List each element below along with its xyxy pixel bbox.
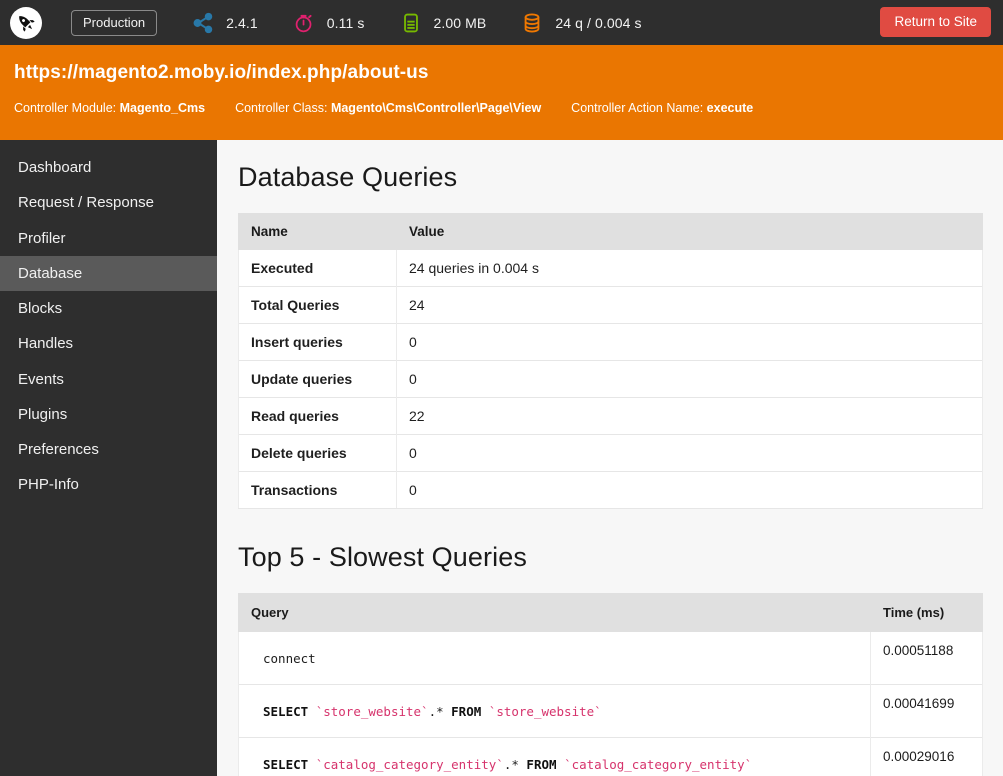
sidebar-item-dashboard[interactable]: Dashboard xyxy=(0,150,217,185)
column-header-value: Value xyxy=(396,213,983,250)
database-icon xyxy=(519,10,545,36)
controller-class-label: Controller Class: xyxy=(235,101,328,115)
stopwatch-icon xyxy=(291,10,317,36)
row-name: Read queries xyxy=(238,397,397,435)
database-summary-table: Name Value Executed 24 queries in 0.004 … xyxy=(238,213,983,509)
table-row: Total Queries 24 xyxy=(238,286,983,324)
metric-time-value: 0.11 s xyxy=(326,14,365,31)
row-name: Insert queries xyxy=(238,323,397,361)
controller-module-label: Controller Module: xyxy=(14,101,117,115)
metric-memory[interactable]: 2.00 MB xyxy=(398,10,487,36)
row-value: 22 xyxy=(396,397,983,435)
query-sql: SELECT `store_website`.* FROM `store_web… xyxy=(238,684,871,738)
table-row: SELECT `catalog_category_entity`.* FROM … xyxy=(238,737,983,776)
table-row: Executed 24 queries in 0.004 s xyxy=(238,249,983,287)
metric-queries-value: 24 q / 0.004 s xyxy=(555,14,642,31)
url-header: https://magento2.moby.io/index.php/about… xyxy=(0,45,1003,140)
row-value: 24 queries in 0.004 s xyxy=(396,249,983,287)
slow-table-body: connect 0.00051188 SELECT `store_website… xyxy=(238,630,983,776)
metric-version-value: 2.4.1 xyxy=(226,14,258,31)
metric-queries[interactable]: 24 q / 0.004 s xyxy=(519,10,641,36)
table-row: SELECT `store_website`.* FROM `store_web… xyxy=(238,684,983,738)
top-toolbar: Production 2.4.1 0.11 s 2.00 MB 24 q / 0… xyxy=(0,0,1003,45)
row-value: 24 xyxy=(396,286,983,324)
controller-action: Controller Action Name: execute xyxy=(571,101,753,115)
row-value: 0 xyxy=(396,323,983,361)
rocket-icon[interactable] xyxy=(10,6,42,39)
body-wrapper: Dashboard Request / Response Profiler Da… xyxy=(0,140,1003,776)
table-header-row: Query Time (ms) xyxy=(238,593,983,632)
row-value: 0 xyxy=(396,471,983,509)
table-row: connect 0.00051188 xyxy=(238,630,983,685)
metric-version[interactable]: 2.4.1 xyxy=(190,10,258,36)
controller-module-value: Magento_Cms xyxy=(119,101,206,115)
query-sql: SELECT `catalog_category_entity`.* FROM … xyxy=(238,737,871,776)
controller-info: Controller Module: Magento_Cms Controlle… xyxy=(14,101,989,115)
metric-time[interactable]: 0.11 s xyxy=(291,10,365,36)
page-title: Database Queries xyxy=(238,162,458,192)
return-to-site-button[interactable]: Return to Site xyxy=(880,7,991,37)
column-header-name: Name xyxy=(238,213,397,250)
summary-table-body: Executed 24 queries in 0.004 s Total Que… xyxy=(238,249,983,509)
sidebar-item-blocks[interactable]: Blocks xyxy=(0,291,217,326)
row-name: Total Queries xyxy=(238,286,397,324)
column-header-query: Query xyxy=(238,593,871,632)
query-sql: connect xyxy=(238,630,871,685)
memory-icon xyxy=(398,10,424,36)
table-row: Transactions 0 xyxy=(238,471,983,509)
row-name: Delete queries xyxy=(238,434,397,472)
row-name: Update queries xyxy=(238,360,397,398)
column-header-time: Time (ms) xyxy=(870,593,983,632)
table-row: Read queries 22 xyxy=(238,397,983,435)
table-row: Delete queries 0 xyxy=(238,434,983,472)
row-name: Executed xyxy=(238,249,397,287)
sidebar-item-plugins[interactable]: Plugins xyxy=(0,397,217,432)
sidebar-item-preferences[interactable]: Preferences xyxy=(0,432,217,467)
controller-class-value: Magento\Cms\Controller\Page\View xyxy=(330,101,542,115)
row-value: 0 xyxy=(396,360,983,398)
environment-badge[interactable]: Production xyxy=(71,9,158,36)
query-time: 0.00051188 xyxy=(870,630,983,685)
row-name: Transactions xyxy=(238,471,397,509)
slowest-queries-table: Query Time (ms) connect 0.00051188 SELEC… xyxy=(238,593,983,776)
current-url: https://magento2.moby.io/index.php/about… xyxy=(14,62,429,83)
controller-class: Controller Class: Magento\Cms\Controller… xyxy=(235,101,541,115)
query-time: 0.00029016 xyxy=(870,737,983,776)
metric-memory-value: 2.00 MB xyxy=(433,14,487,31)
controller-action-label: Controller Action Name: xyxy=(571,101,704,115)
slow-queries-title: Top 5 - Slowest Queries xyxy=(238,542,527,572)
table-header-row: Name Value xyxy=(238,213,983,250)
controller-module: Controller Module: Magento_Cms xyxy=(14,101,205,115)
sidebar-item-handles[interactable]: Handles xyxy=(0,326,217,361)
controller-action-value: execute xyxy=(706,101,754,115)
sidebar: Dashboard Request / Response Profiler Da… xyxy=(0,140,217,776)
sidebar-item-php-info[interactable]: PHP-Info xyxy=(0,467,217,502)
sidebar-item-request-response[interactable]: Request / Response xyxy=(0,185,217,220)
sidebar-item-events[interactable]: Events xyxy=(0,362,217,397)
share-branch-icon xyxy=(190,10,216,36)
sidebar-item-profiler[interactable]: Profiler xyxy=(0,221,217,256)
table-row: Insert queries 0 xyxy=(238,323,983,361)
row-value: 0 xyxy=(396,434,983,472)
table-row: Update queries 0 xyxy=(238,360,983,398)
query-time: 0.00041699 xyxy=(870,684,983,738)
main-content: Database Queries Name Value Executed 24 … xyxy=(217,140,1003,776)
sidebar-item-database[interactable]: Database xyxy=(0,255,217,291)
